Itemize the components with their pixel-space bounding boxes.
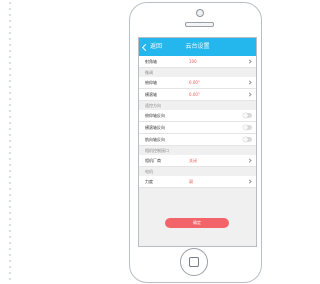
row-label: 横滚轴反向 <box>145 125 165 130</box>
settings-row[interactable]: 横滚轴 0.00° <box>139 89 256 101</box>
toggle-knob <box>243 113 248 118</box>
settings-row[interactable]: 俯仰轴反向 <box>139 110 256 122</box>
home-button[interactable] <box>180 248 208 276</box>
row-value: 关闭 <box>189 158 197 163</box>
row-label: 俯仰轴 <box>145 80 157 85</box>
toggle-switch[interactable] <box>243 125 252 130</box>
toggle-knob <box>243 137 248 142</box>
front-camera <box>196 9 204 17</box>
settings-row[interactable]: 相机厂商 关闭 <box>139 155 256 167</box>
dotted-divider <box>9 0 11 284</box>
settings-row[interactable]: 横滚轴反向 <box>139 122 256 134</box>
phone-frame: 返回 云台设置 射角轴 100 微调 俯仰轴 0.00° 横滚轴 0.00° 遥控方向 俯仰… <box>129 2 262 283</box>
earpiece-speaker <box>185 22 214 27</box>
row-label: 相机厂商 <box>145 158 161 163</box>
chevron-right-icon <box>247 158 252 163</box>
settings-row[interactable]: 航向轴反向 <box>139 134 256 146</box>
row-value: 100 <box>189 59 197 64</box>
row-label: 射角轴 <box>145 59 157 64</box>
section-header: 相机控制接口 <box>139 146 256 155</box>
section-header: 遥控方向 <box>139 101 256 110</box>
toggle-switch[interactable] <box>243 137 252 142</box>
section-header: 微调 <box>139 68 256 77</box>
chevron-right-icon <box>247 92 252 97</box>
page-title: 云台设置 <box>185 43 210 50</box>
settings-row[interactable]: 力度 弱 <box>139 176 256 188</box>
row-value: 0.00° <box>189 80 200 85</box>
nav-bar: 返回 云台设置 <box>139 38 256 56</box>
toggle-knob <box>243 125 248 130</box>
row-label: 俯仰轴反向 <box>145 113 165 118</box>
app-screen: 返回 云台设置 射角轴 100 微调 俯仰轴 0.00° 横滚轴 0.00° 遥控方向 俯仰… <box>138 37 257 247</box>
row-label: 横滚轴 <box>145 92 157 97</box>
settings-row-top[interactable]: 射角轴 100 <box>139 56 256 68</box>
toggle-switch[interactable] <box>243 113 252 118</box>
settings-list: 射角轴 100 微调俯仰轴 0.00° 横滚轴 0.00° 遥控方向俯仰轴反向横滚轴反向… <box>139 56 256 188</box>
chevron-right-icon <box>247 80 252 85</box>
row-value: 0.00° <box>189 92 200 97</box>
row-label: 航向轴反向 <box>145 137 165 142</box>
home-square-icon <box>189 257 199 267</box>
confirm-button[interactable]: 确定 <box>165 218 229 228</box>
settings-row[interactable]: 俯仰轴 0.00° <box>139 77 256 89</box>
chevron-right-icon <box>247 179 252 184</box>
row-label: 力度 <box>145 179 153 184</box>
chevron-right-icon <box>247 59 252 64</box>
section-header: 电机 <box>139 167 256 176</box>
row-value: 弱 <box>189 179 193 184</box>
